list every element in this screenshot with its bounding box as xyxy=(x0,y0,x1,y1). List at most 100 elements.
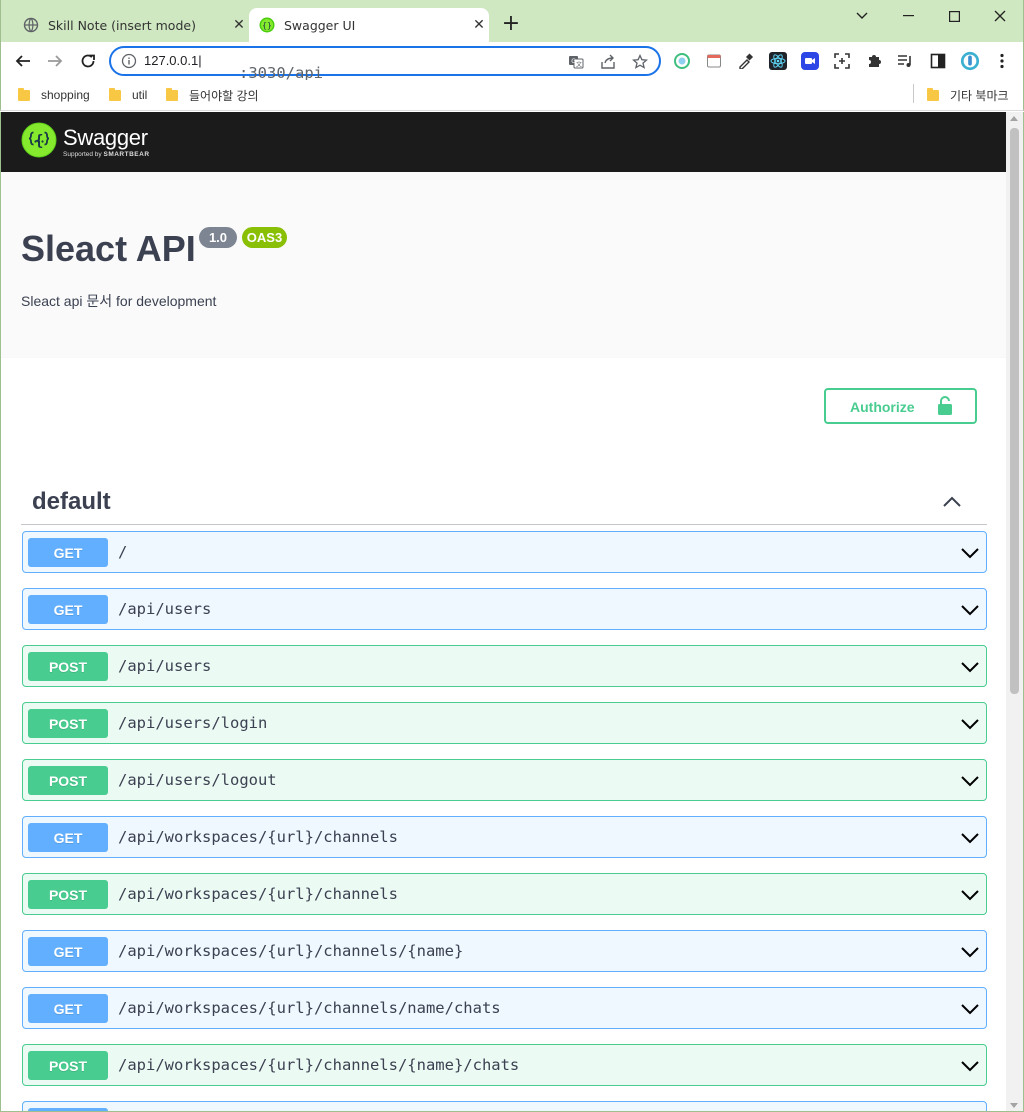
folder-icon xyxy=(927,87,939,101)
operation-row[interactable]: POST/api/users xyxy=(22,645,987,687)
bookmark-lectures[interactable]: 들어야할 강의 xyxy=(166,85,259,105)
bookmark-star-icon[interactable] xyxy=(631,53,649,71)
operation-row[interactable]: GET/api/workspaces/{url}/channels/name/c… xyxy=(22,987,987,1029)
chevron-up-icon[interactable] xyxy=(941,491,963,513)
method-badge: POST xyxy=(28,1051,108,1080)
forward-button[interactable] xyxy=(43,49,67,73)
operation-path: /api/users/logout xyxy=(118,771,277,789)
tab-skill-note[interactable]: Skill Note (insert mode) ✕ xyxy=(11,8,249,42)
method-badge: POST xyxy=(28,880,108,909)
address-text: 127.0.0.1:3030/api | xyxy=(144,53,323,82)
operation-row[interactable]: GET/api/users xyxy=(22,588,987,630)
close-icon[interactable]: ✕ xyxy=(469,15,489,35)
tag-header-default[interactable]: default xyxy=(21,487,987,525)
chevron-down-icon[interactable] xyxy=(960,999,980,1019)
logo-sub-brand: SMARTBEAR xyxy=(103,150,150,158)
operation-row[interactable]: POST/api/users/login xyxy=(22,702,987,744)
svg-text:{}: {} xyxy=(262,21,272,30)
operation-row[interactable]: GET/api/workspaces/{url}/channels xyxy=(22,816,987,858)
page-viewport: { Swagger Supported by SMARTBEAR Sleact … xyxy=(0,112,1024,1112)
profile-avatar[interactable] xyxy=(960,51,980,71)
scrollbar-thumb[interactable] xyxy=(1010,128,1019,694)
operation-path: /api/workspaces/{url}/channels xyxy=(118,828,398,846)
chevron-down-icon[interactable] xyxy=(960,885,980,905)
more-menu-icon[interactable] xyxy=(992,51,1012,71)
operation-path: /api/users xyxy=(118,657,212,675)
operation-row[interactable]: POST/api/workspaces/{url}/channels xyxy=(22,873,987,915)
reload-button[interactable] xyxy=(76,49,100,73)
operation-path: /api/workspaces/{url}/channels xyxy=(118,885,398,903)
operation-path: /api/workspaces/{url}/channels/{name}/ch… xyxy=(118,1056,520,1074)
swagger-favicon-icon: {} xyxy=(259,17,275,33)
method-badge xyxy=(28,1108,108,1111)
bookmark-label: 기타 북마크 xyxy=(950,88,1009,103)
oas-badge: OAS3 xyxy=(242,227,287,248)
scroll-up-arrow-icon[interactable] xyxy=(1010,116,1018,121)
tab-swagger-ui[interactable]: {} Swagger UI ✕ xyxy=(249,8,489,42)
chevron-down-icon[interactable] xyxy=(960,657,980,677)
site-info-icon[interactable] xyxy=(121,53,137,69)
version-badge: 1.0 xyxy=(199,227,237,248)
scroll-down-arrow-icon[interactable] xyxy=(1010,1103,1018,1108)
address-bar[interactable]: 127.0.0.1:3030/api | G文 xyxy=(109,46,661,82)
chevron-down-icon[interactable] xyxy=(960,828,980,848)
chevron-down-icon[interactable] xyxy=(960,1056,980,1076)
bookmarks-bar: shopping util 들어야할 강의 기타 북마크 xyxy=(0,80,1024,111)
video-record-icon[interactable] xyxy=(800,51,820,71)
folder-icon xyxy=(166,87,178,101)
minimize-button[interactable] xyxy=(885,4,931,28)
bookmark-util[interactable]: util xyxy=(109,85,147,105)
chevron-down-icon[interactable] xyxy=(960,942,980,962)
operation-row[interactable]: POST/api/workspaces/{url}/channels/{name… xyxy=(22,1044,987,1086)
share-icon[interactable] xyxy=(599,53,617,71)
method-badge: POST xyxy=(28,652,108,681)
tab-search-chevron-icon[interactable] xyxy=(839,4,885,28)
media-control-icon[interactable] xyxy=(896,51,916,71)
swagger-logo-icon: { xyxy=(21,122,57,162)
tag-name: default xyxy=(32,488,111,515)
chevron-down-icon[interactable] xyxy=(960,771,980,791)
api-info: Sleact API 1.0 OAS3 Sleact api 문서 for de… xyxy=(1,172,1006,358)
logo-name: Swagger xyxy=(63,124,148,150)
address-host: 127.0.0.1 xyxy=(144,53,199,68)
method-badge: GET xyxy=(28,937,108,966)
operation-path: /api/workspaces/{url}/channels/{name} xyxy=(118,942,464,960)
eyedropper-icon[interactable] xyxy=(736,51,756,71)
logo-sub: Supported by SMARTBEAR xyxy=(63,151,150,158)
new-tab-button[interactable]: + xyxy=(499,13,523,37)
bookmark-label: shopping xyxy=(41,88,90,102)
operation-row[interactable]: POST/api/users/logout xyxy=(22,759,987,801)
chevron-down-icon[interactable] xyxy=(960,600,980,620)
bookmarks-divider xyxy=(913,84,914,103)
close-window-button[interactable] xyxy=(977,4,1023,28)
method-badge: GET xyxy=(28,994,108,1023)
operation-row-partial[interactable] xyxy=(22,1101,987,1111)
chevron-down-icon[interactable] xyxy=(960,543,980,563)
operation-row[interactable]: GET / xyxy=(22,531,987,573)
extension-circle-icon[interactable] xyxy=(672,51,692,71)
method-badge: GET xyxy=(28,823,108,852)
page-scrollbar[interactable] xyxy=(1006,112,1023,1111)
operation-path: / xyxy=(118,543,128,561)
swagger-logo[interactable]: { Swagger Supported by SMARTBEAR xyxy=(21,122,150,162)
operation-path: /api/workspaces/{url}/channels/name/chat… xyxy=(118,999,501,1017)
authorize-button[interactable]: Authorize xyxy=(824,388,977,424)
screenshot-icon[interactable] xyxy=(832,51,852,71)
side-panel-icon[interactable] xyxy=(928,51,948,71)
swagger-topbar: { Swagger Supported by SMARTBEAR xyxy=(1,112,1006,172)
chevron-down-icon[interactable] xyxy=(960,714,980,734)
extensions-puzzle-icon[interactable] xyxy=(864,51,884,71)
method-badge: GET xyxy=(28,595,108,624)
maximize-button[interactable] xyxy=(931,4,977,28)
browser-toolbar: 127.0.0.1:3030/api | G文 xyxy=(0,42,1024,82)
operation-row[interactable]: GET/api/workspaces/{url}/channels/{name} xyxy=(22,930,987,972)
other-bookmarks[interactable]: 기타 북마크 xyxy=(927,85,1009,105)
bookmark-shopping[interactable]: shopping xyxy=(18,85,90,105)
translate-icon[interactable]: G文 xyxy=(567,53,585,71)
close-icon[interactable]: ✕ xyxy=(229,15,249,35)
unlock-icon xyxy=(937,396,953,419)
logo-sub-prefix: Supported by xyxy=(63,150,102,158)
extension-calendar-icon[interactable] xyxy=(704,51,724,71)
back-button[interactable] xyxy=(11,49,35,73)
react-devtools-icon[interactable] xyxy=(768,51,788,71)
